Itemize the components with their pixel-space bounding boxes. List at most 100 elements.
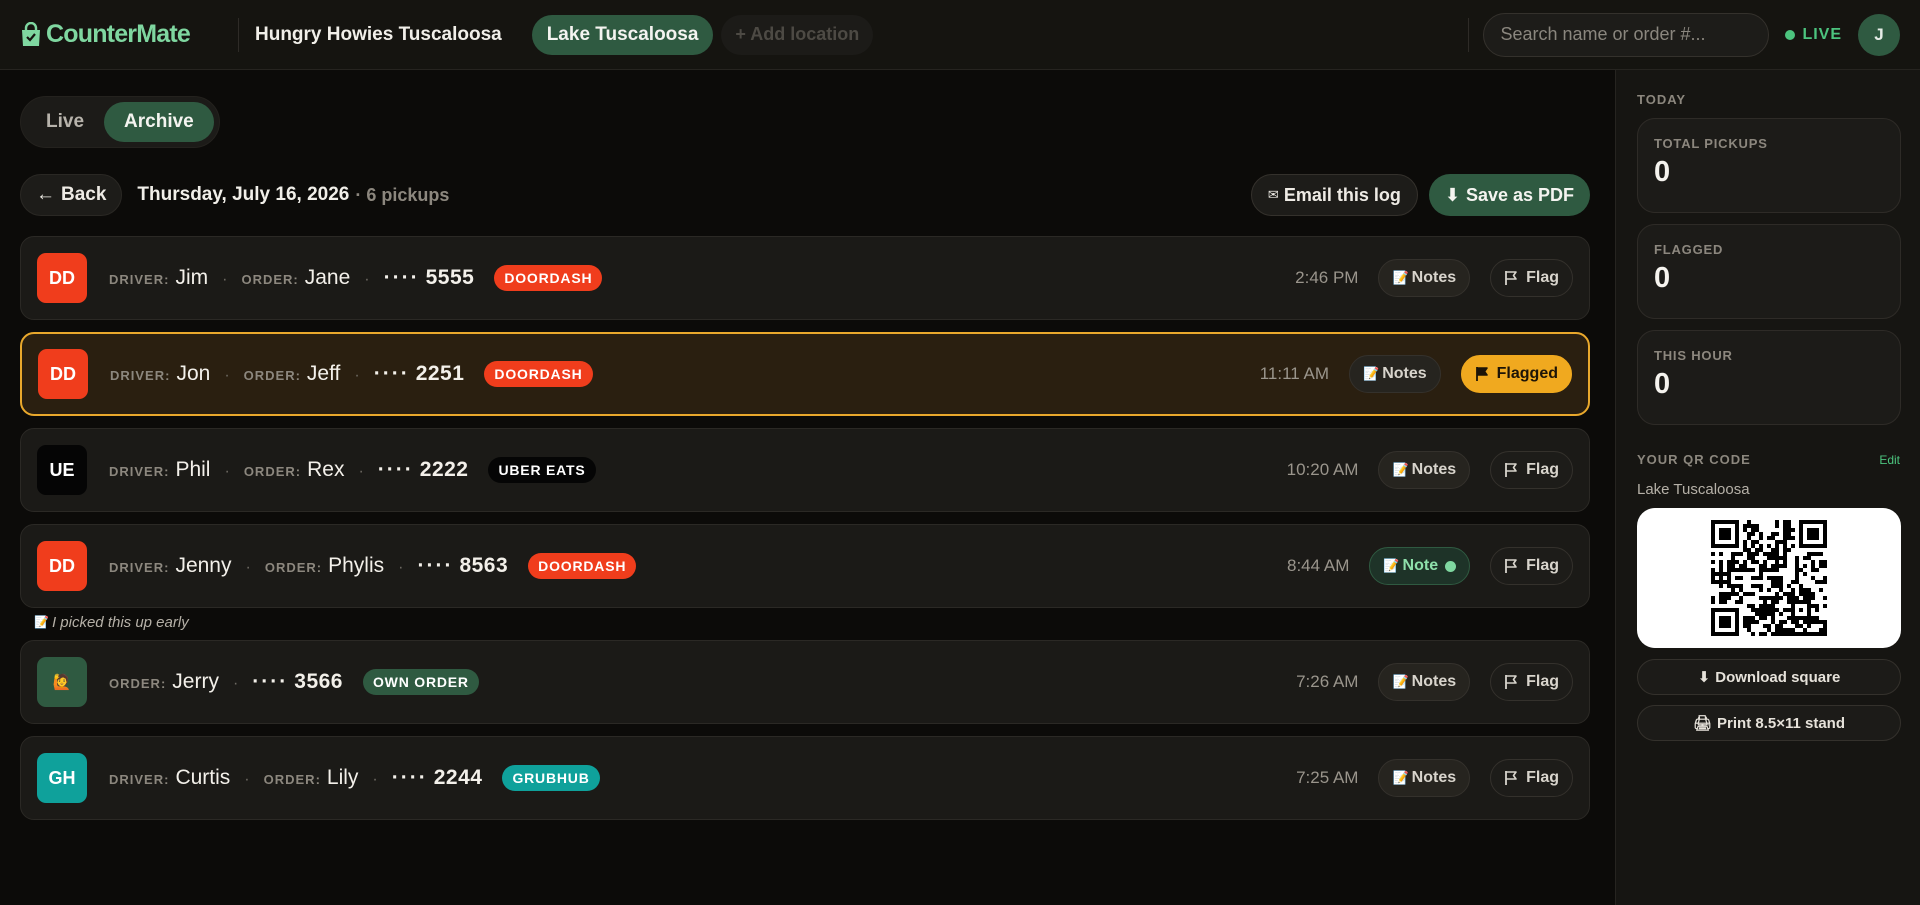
pickup-time: 7:25 AM (1296, 768, 1359, 787)
order-label: ORDER: (109, 676, 167, 691)
shopping-bag-icon (22, 21, 40, 46)
order-last4: 8563 (459, 554, 509, 577)
flag-button[interactable]: Flag (1490, 547, 1573, 585)
mask-dots: ···· (417, 554, 454, 577)
download-square-button[interactable]: ⬇ Download square (1637, 659, 1901, 695)
divider (238, 17, 239, 52)
email-log-label: Email this log (1283, 184, 1401, 205)
brand-logo[interactable]: CounterMate (20, 20, 238, 49)
pickup-row[interactable]: DD DRIVER: Jon · ORDER: Jeff · ···· 2251 DOORDASH… (20, 332, 1590, 416)
service-tag: OWN ORDER (362, 669, 479, 695)
separator: · (224, 367, 230, 384)
email-log-button[interactable]: ✉ Email this log (1250, 174, 1418, 216)
notes-button[interactable]: 📝 Notes (1378, 759, 1471, 797)
flag-button[interactable]: Flag (1490, 451, 1573, 489)
search-input[interactable] (1483, 12, 1770, 57)
pickup-row[interactable]: DD DRIVER: Jenny · ORDER: Phylis · ···· 8563 DOOR… (20, 524, 1590, 608)
pickup-row[interactable]: UE DRIVER: Phil · ORDER: Rex · ···· 2222 UBER EAT… (20, 428, 1590, 512)
order-name: Jerry (172, 670, 219, 693)
separator: · (232, 675, 239, 692)
order-last4: 3566 (294, 670, 343, 693)
stat-total-pickups: TOTAL PICKUPS 0 (1637, 118, 1901, 213)
back-label: Back (61, 184, 107, 205)
notes-button[interactable]: 📝 Note (1369, 547, 1471, 585)
order-last4: 5555 (425, 266, 475, 289)
location-tab-lake-tuscaloosa[interactable]: Lake Tuscaloosa (531, 14, 714, 55)
separator: · (224, 463, 230, 480)
memo-icon: 📝 (1392, 674, 1409, 689)
pickup-note: 📝 I picked this up early (34, 612, 1590, 632)
notes-button[interactable]: 📝 Notes (1378, 259, 1471, 297)
top-bar: CounterMate Hungry Howies Tuscaloosa Lak… (0, 0, 1920, 70)
pickup-row[interactable]: GH DRIVER: Curtis · ORDER: Lily · ···· 2244 GRUBH… (20, 736, 1590, 820)
separator: · (358, 463, 364, 480)
flag-button[interactable]: Flag (1490, 259, 1573, 297)
tab-archive[interactable]: Archive (104, 102, 214, 142)
envelope-icon: ✉ (1267, 187, 1279, 202)
service-avatar: UE (37, 445, 87, 495)
pickup-row[interactable]: DD DRIVER: Jim · ORDER: Jane · ···· 5555 DOORDASH… (20, 236, 1590, 320)
main-content: Live Archive ← Back Thursday, July 16, 2… (20, 70, 1590, 832)
download-icon: ⬇ (1444, 184, 1460, 205)
notes-label: Notes (1411, 461, 1457, 478)
add-location-button[interactable]: + Add location (721, 14, 874, 55)
notes-label: Notes (1382, 365, 1427, 382)
stat-value: 0 (1654, 368, 1671, 400)
flag-label: Flagged (1496, 365, 1558, 382)
live-status-dot (1785, 29, 1796, 40)
qr-code-card (1637, 508, 1901, 648)
flag-button[interactable]: Flag (1490, 663, 1573, 701)
pickup-time: 2:46 PM (1295, 268, 1359, 287)
order-last4: 2251 (415, 362, 465, 385)
note-indicator-dot (1445, 560, 1457, 572)
order-number: ···· 5555 (384, 266, 475, 290)
pickup-list: DD DRIVER: Jim · ORDER: Jane · ···· 5555 DOORDASH… (20, 236, 1590, 820)
flag-label: Flag (1526, 769, 1559, 786)
flag-label: Flag (1526, 673, 1559, 690)
flag-icon (1505, 675, 1517, 689)
notes-button[interactable]: 📝 Notes (1378, 663, 1471, 701)
driver-label: DRIVER: (110, 368, 171, 383)
print-stand-button[interactable]: 🖨 Print 8.5×11 stand (1637, 705, 1901, 741)
view-toggle: Live Archive (20, 96, 220, 148)
pickup-time: 11:11 AM (1259, 364, 1330, 383)
download-square-label: Download square (1715, 668, 1841, 686)
back-button[interactable]: ← Back (20, 174, 123, 216)
today-title: TODAY (1637, 92, 1687, 107)
flagged-button[interactable]: Flagged (1460, 355, 1572, 393)
memo-icon: 📝 (1392, 770, 1409, 785)
pickup-row[interactable]: 🙋 ORDER: Jerry · ···· 3566 OWN ORDER 7:26 AM 📝 No… (20, 640, 1590, 724)
pickup-count: · 6 pickups (355, 184, 450, 205)
stat-label: TOTAL PICKUPS (1654, 136, 1768, 151)
order-label: ORDER: (243, 368, 301, 383)
flag-button[interactable]: Flag (1490, 759, 1573, 797)
business-name[interactable]: Hungry Howies Tuscaloosa (255, 24, 502, 46)
qr-code-image (1711, 520, 1827, 636)
flag-icon (1505, 771, 1517, 785)
service-tag: UBER EATS (488, 457, 596, 483)
mask-dots: ···· (383, 266, 420, 289)
qr-edit-link[interactable]: Edit (1879, 453, 1900, 467)
stat-this-hour: THIS HOUR 0 (1637, 330, 1901, 425)
memo-icon: 📝 (1392, 462, 1409, 477)
notes-button[interactable]: 📝 Notes (1378, 451, 1471, 489)
user-avatar[interactable]: J (1858, 13, 1900, 56)
order-last4: 2222 (419, 458, 469, 481)
driver-label: DRIVER: (109, 464, 170, 479)
stat-value: 0 (1654, 156, 1671, 188)
service-tag: GRUBHUB (502, 765, 600, 791)
service-tag: DOORDASH (484, 361, 593, 387)
mask-dots: ···· (377, 458, 414, 481)
driver-label: DRIVER: (109, 560, 170, 575)
memo-icon: 📝 (1392, 270, 1409, 285)
driver-name: Curtis (175, 766, 231, 789)
flag-icon (1505, 463, 1517, 477)
stat-value: 0 (1654, 262, 1671, 294)
service-avatar: 🙋 (37, 657, 87, 707)
save-pdf-button[interactable]: ⬇ Save as PDF (1428, 174, 1590, 216)
driver-name: Jon (176, 362, 211, 385)
order-number: ···· 3566 (252, 670, 343, 694)
tab-live[interactable]: Live (26, 102, 104, 142)
notes-button[interactable]: 📝 Notes (1349, 355, 1441, 393)
memo-icon: 📝 (1383, 558, 1400, 573)
